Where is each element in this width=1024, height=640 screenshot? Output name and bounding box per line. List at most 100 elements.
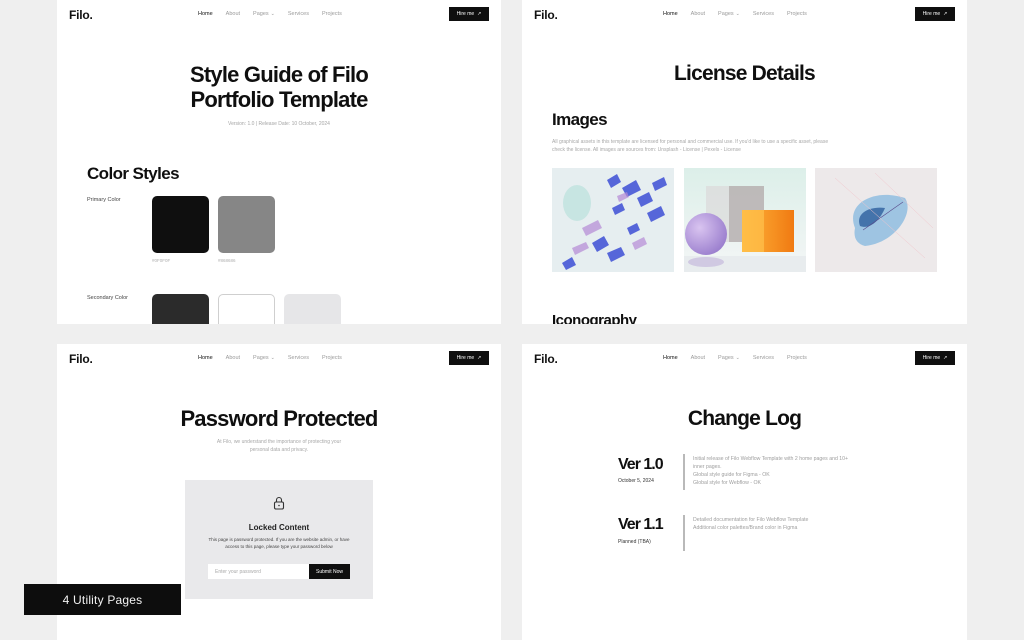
version-notes: Initial release of Filo Webflow Template… (693, 455, 848, 487)
hex-label: #868686 (218, 258, 236, 263)
license-details-preview: Filo. Home About Pages ⌄ Services Project… (522, 0, 967, 324)
section-heading-iconography: Iconography (552, 312, 637, 324)
nav-pages-label: Pages (718, 11, 734, 17)
chevron-down-icon: ⌄ (735, 11, 740, 17)
page-title: Password Protected (180, 406, 378, 431)
arrow-up-right-icon: ↗ (477, 11, 482, 17)
subtitle-line-1: At Filo, we understand the importance of… (216, 439, 342, 445)
logo[interactable]: Filo. (534, 352, 558, 366)
subtitle-line-2: personal data and privacy. (249, 447, 309, 453)
logo[interactable]: Filo. (69, 8, 93, 22)
note: Detailed documentation for Filo Webflow … (693, 517, 809, 523)
nav-services[interactable]: Services (753, 355, 774, 361)
nav-home[interactable]: Home (198, 355, 213, 361)
style-guide-preview: Filo. Home About Pages ⌄ Services Project… (57, 0, 501, 324)
hex-label: #0F0F0F (152, 258, 171, 263)
nav-services[interactable]: Services (288, 355, 309, 361)
title-line-1: Style Guide of Filo (190, 62, 369, 87)
page-subtitle: At Filo, we understand the importance of… (57, 438, 501, 454)
chevron-down-icon: ⌄ (270, 355, 275, 361)
color-swatch-secondary-2 (218, 294, 275, 324)
navbar: Filo. Home About Pages ⌄ Services Project… (57, 344, 501, 372)
chevron-down-icon: ⌄ (270, 11, 275, 17)
nav-home[interactable]: Home (198, 11, 213, 17)
arrow-up-right-icon: ↗ (943, 11, 948, 17)
nav-pages-label: Pages (253, 355, 269, 361)
hire-me-button[interactable]: Hire me ↗ (449, 7, 489, 21)
nav-pages-label: Pages (253, 11, 269, 17)
utility-pages-badge: 4 Utility Pages (24, 584, 181, 615)
version-date: October 5, 2024 (618, 478, 654, 484)
nav-home[interactable]: Home (663, 11, 678, 17)
navbar: Filo. Home About Pages ⌄ Services Project… (57, 0, 501, 28)
color-swatch-secondary-1 (152, 294, 209, 324)
locked-content-card: Locked Content This page is password pro… (185, 480, 373, 599)
nav-pages[interactable]: Pages ⌄ (718, 355, 740, 361)
navbar: Filo. Home About Pages ⌄ Services Project… (522, 344, 967, 372)
nav-pages[interactable]: Pages ⌄ (718, 11, 740, 17)
hire-me-button[interactable]: Hire me ↗ (915, 7, 955, 21)
secondary-color-label: Secondary Color (87, 295, 128, 301)
password-input[interactable] (208, 564, 309, 579)
version-notes: Detailed documentation for Filo Webflow … (693, 516, 808, 532)
abstract-blue-purple-image (552, 168, 674, 272)
nav-pages[interactable]: Pages ⌄ (253, 11, 275, 17)
nav-menu: Home About Pages ⌄ Services Projects (198, 11, 342, 17)
hire-me-button[interactable]: Hire me ↗ (915, 351, 955, 365)
nav-menu: Home About Pages ⌄ Services Projects (663, 11, 807, 17)
images-description: All graphical assets in this template ar… (552, 139, 829, 153)
locked-content-text: This page is password protected. If you … (208, 537, 350, 549)
submit-button[interactable]: Submit Now (309, 564, 350, 579)
nav-projects[interactable]: Projects (787, 11, 807, 17)
color-swatch-primary-2 (218, 196, 275, 253)
nav-menu: Home About Pages ⌄ Services Projects (663, 355, 807, 361)
version-date: Planned (TBA) (618, 539, 651, 545)
lock-icon (273, 496, 285, 510)
hire-me-label: Hire me (456, 11, 475, 17)
page-title: License Details (674, 62, 816, 85)
section-heading-color-styles: Color Styles (87, 164, 180, 183)
nav-about[interactable]: About (691, 355, 705, 361)
nav-services[interactable]: Services (288, 11, 309, 17)
hire-me-button[interactable]: Hire me ↗ (449, 351, 489, 365)
version-number: Ver 1.0 (618, 456, 664, 473)
nav-about[interactable]: About (691, 11, 705, 17)
note: inner pages. (693, 464, 722, 470)
nav-projects[interactable]: Projects (322, 355, 342, 361)
section-heading-images: Images (552, 110, 608, 129)
nav-home[interactable]: Home (663, 355, 678, 361)
note: Initial release of Filo Webflow Template… (693, 456, 849, 462)
note: Global style guide for Figma - OK (693, 472, 770, 478)
color-swatch-secondary-3 (284, 294, 341, 324)
divider (683, 515, 685, 551)
nav-menu: Home About Pages ⌄ Services Projects (198, 355, 342, 361)
logo[interactable]: Filo. (534, 8, 558, 22)
version-number: Ver 1.1 (618, 516, 664, 533)
hire-me-label: Hire me (922, 355, 941, 361)
color-swatch-primary-1 (152, 196, 209, 253)
nav-about[interactable]: About (226, 355, 240, 361)
hire-me-label: Hire me (922, 11, 941, 17)
chevron-down-icon: ⌄ (735, 355, 740, 361)
hire-me-label: Hire me (456, 355, 475, 361)
title-line-2: Portfolio Template (190, 87, 368, 112)
note: Global style for Webflow - OK (693, 480, 761, 486)
arrow-up-right-icon: ↗ (943, 355, 948, 361)
nav-pages-label: Pages (718, 355, 734, 361)
nav-about[interactable]: About (226, 11, 240, 17)
blue-leaf-image (815, 168, 937, 272)
version-info: Version: 1.0 | Release Date: 10 October,… (228, 121, 330, 127)
arrow-up-right-icon: ↗ (477, 355, 482, 361)
nav-projects[interactable]: Projects (787, 355, 807, 361)
navbar: Filo. Home About Pages ⌄ Services Project… (522, 0, 967, 28)
page-title: Change Log (687, 407, 802, 430)
locked-content-title: Locked Content (248, 523, 310, 532)
note: Additional color palettes/Brand color in… (693, 525, 798, 531)
nav-projects[interactable]: Projects (322, 11, 342, 17)
divider (683, 454, 685, 490)
logo[interactable]: Filo. (69, 352, 93, 366)
sphere-and-blocks-image (684, 168, 806, 272)
nav-services[interactable]: Services (753, 11, 774, 17)
change-log-preview: Filo. Home About Pages ⌄ Services Project… (522, 344, 967, 640)
nav-pages[interactable]: Pages ⌄ (253, 355, 275, 361)
